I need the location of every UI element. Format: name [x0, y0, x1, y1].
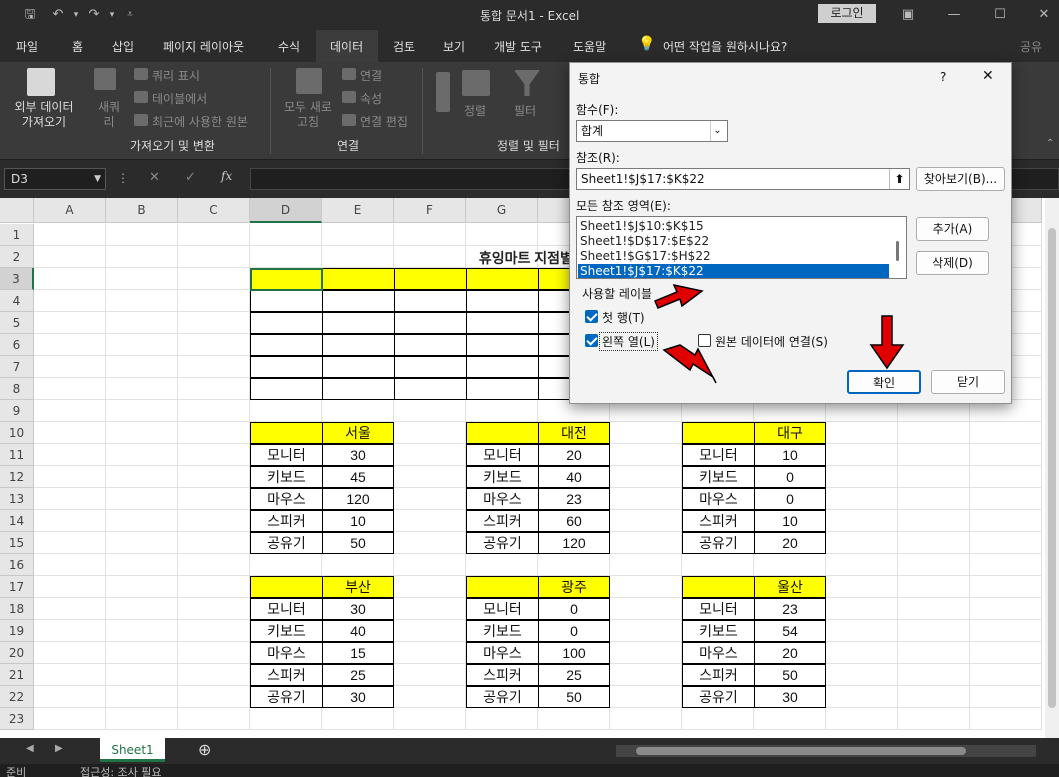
arrow-icon — [869, 315, 905, 370]
arrow-icon — [662, 344, 717, 384]
annotation-arrows — [654, 283, 905, 384]
arrow-icon — [654, 283, 704, 309]
